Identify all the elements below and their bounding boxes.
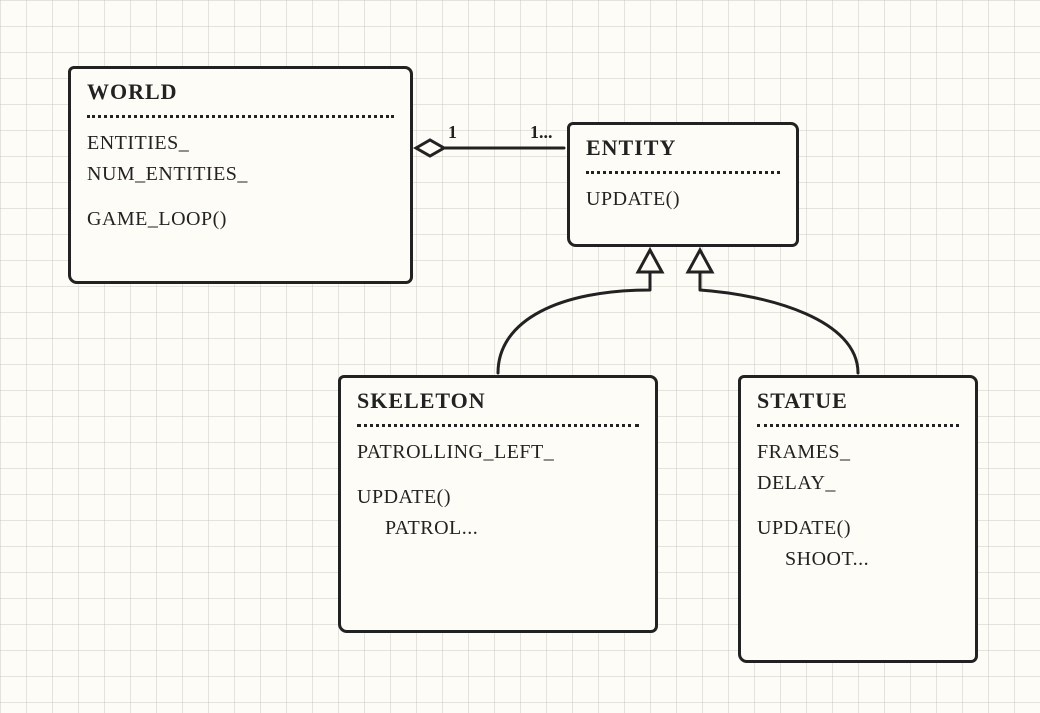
aggregation-diamond-icon [416, 140, 444, 156]
skeleton-method-0: UPDATE() [357, 482, 639, 513]
divider [586, 171, 780, 174]
class-entity: ENTITY UPDATE() [567, 122, 799, 247]
statue-attr-1: DELAY_ [757, 468, 959, 499]
world-attr-1: NUM_ENTITIES_ [87, 159, 394, 190]
class-statue-title: STATUE [757, 388, 959, 418]
statue-attr-0: FRAMES_ [757, 437, 959, 468]
inherit-skeleton-arrow-icon [638, 250, 662, 272]
mult-world-side: 1 [448, 122, 457, 143]
entity-method-0: UPDATE() [586, 184, 780, 215]
divider [357, 424, 639, 427]
world-method-0: GAME_LOOP() [87, 204, 394, 235]
divider [757, 424, 959, 427]
class-world: WORLD ENTITIES_ NUM_ENTITIES_ GAME_LOOP(… [68, 66, 413, 284]
class-skeleton: SKELETON PATROLLING_LEFT_ UPDATE() PATRO… [338, 375, 658, 633]
skeleton-attr-0: PATROLLING_LEFT_ [357, 437, 639, 468]
mult-entity-side: 1... [530, 122, 553, 143]
statue-method-0: UPDATE() [757, 513, 959, 544]
inherit-skeleton-line [498, 272, 650, 373]
divider [87, 115, 394, 118]
class-entity-title: ENTITY [586, 135, 780, 165]
inherit-statue-line [700, 272, 858, 373]
skeleton-method-1: PATROL... [357, 513, 639, 544]
statue-method-1: SHOOT... [757, 544, 959, 575]
world-attr-0: ENTITIES_ [87, 128, 394, 159]
class-skeleton-title: SKELETON [357, 388, 639, 418]
class-world-title: WORLD [87, 79, 394, 109]
class-statue: STATUE FRAMES_ DELAY_ UPDATE() SHOOT... [738, 375, 978, 663]
inherit-statue-arrow-icon [688, 250, 712, 272]
